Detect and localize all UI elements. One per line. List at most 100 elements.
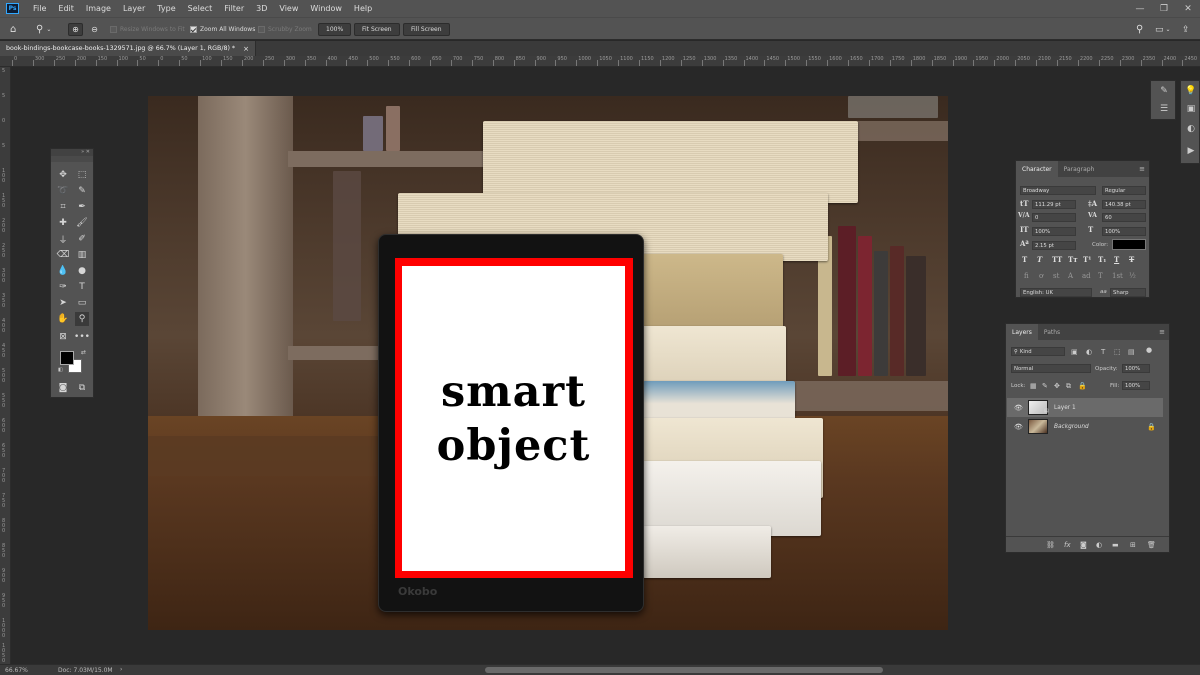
eraser-tool-icon[interactable]: ⌫ [56,248,70,262]
healing-brush-tool-icon[interactable]: ✚ [56,216,70,230]
fill-screen-button[interactable]: Fill Screen [403,23,450,36]
shape-filter-icon[interactable]: ⬚ [1114,348,1121,356]
quick-mask-icon[interactable]: ◙ [56,381,70,395]
menu-3d[interactable]: 3D [250,4,273,13]
smart-object-content[interactable]: smart object [402,266,625,571]
zoom-level[interactable]: 66.67% [5,667,28,674]
zoom-all-windows-checkbox[interactable] [190,26,197,33]
tab-paragraph[interactable]: Paragraph [1058,161,1101,177]
learn-icon[interactable]: 💡 [1182,83,1200,99]
kerning-input[interactable]: 0 [1032,213,1076,222]
zoom-all-windows-option[interactable]: Zoom All Windows [190,23,255,36]
type-filter-icon[interactable]: T [1101,348,1105,356]
properties-icon[interactable]: ☰ [1155,101,1173,117]
lock-artboard-icon[interactable]: ⧉ [1066,382,1071,391]
subscript-icon[interactable]: T₁ [1098,255,1106,264]
libraries-icon[interactable]: ▣ [1182,101,1200,117]
tab-character[interactable]: Character [1016,161,1058,177]
discretionary-ligatures-icon[interactable]: st [1053,272,1059,280]
tab-layers[interactable]: Layers [1006,324,1038,340]
baseline-shift-input[interactable]: 2.15 pt [1032,241,1076,250]
zoom-tool-preset-icon[interactable]: ⚲ ⌄ [36,23,51,36]
close-tab-icon[interactable]: × [243,45,249,53]
lock-all-icon[interactable]: 🔒 [1078,382,1087,390]
superscript-icon[interactable]: T¹ [1083,255,1091,264]
adjustment-filter-icon[interactable]: ◐ [1086,348,1092,356]
filter-toggle-icon[interactable]: ● [1146,346,1152,354]
pixel-filter-icon[interactable]: ▣ [1071,348,1078,356]
menu-filter[interactable]: Filter [218,4,250,13]
strikethrough-icon[interactable]: T [1129,255,1134,264]
share-icon[interactable]: ⇪ [1182,23,1190,36]
font-style-select[interactable]: Regular [1102,186,1146,195]
search-icon[interactable]: ⚲ [1136,23,1143,36]
vertical-scale-input[interactable]: 100% [1032,227,1076,236]
home-icon[interactable]: ⌂ [10,23,16,36]
menu-file[interactable]: File [27,4,52,13]
blur-tool-icon[interactable]: 💧 [56,264,70,278]
layer-row[interactable]: 👁 Background 🔒 [1007,417,1163,436]
underline-icon[interactable]: T [1114,255,1119,264]
default-colors-icon[interactable]: ◧ [58,367,63,373]
resize-windows-checkbox[interactable] [110,26,117,33]
brush-settings-icon[interactable]: ✎ [1155,83,1173,99]
smart-object-filter-icon[interactable]: ▤ [1128,348,1135,356]
leading-input[interactable]: 140.38 pt [1102,200,1146,209]
menu-layer[interactable]: Layer [117,4,151,13]
lasso-tool-icon[interactable]: ➰ [56,184,70,198]
blend-mode-select[interactable]: Normal [1011,364,1091,373]
document-tab[interactable]: book-bindings-bookcase-books-1329571.jpg… [0,41,256,56]
minimize-icon[interactable]: — [1128,0,1152,17]
horizontal-scale-input[interactable]: 100% [1102,227,1146,236]
lock-pixels-icon[interactable]: ✎ [1042,382,1048,390]
menu-type[interactable]: Type [151,4,181,13]
font-size-input[interactable]: 111.29 pt [1032,200,1076,209]
path-selection-tool-icon[interactable]: ➤ [56,296,70,310]
zoom-out-icon[interactable]: ⊖ [87,23,102,36]
visibility-eye-icon[interactable]: 👁 [1014,404,1023,412]
adjustments-icon[interactable]: ◐ [1182,121,1200,137]
layer-filter-kind-select[interactable]: ⚲ Kind [1011,347,1065,356]
zoom-tool-icon[interactable]: ⚲ [75,312,89,326]
gradient-tool-icon[interactable]: ▥ [75,248,89,262]
fit-screen-button[interactable]: Fit Screen [354,23,400,36]
ordinals-icon[interactable]: 1st [1112,272,1123,280]
artboard-icon[interactable]: ⊠ [56,330,70,344]
small-caps-icon[interactable]: Tт [1068,255,1078,264]
faux-italic-icon[interactable]: T [1037,255,1042,264]
more-tools-icon[interactable]: ••• [74,330,90,344]
eyedropper-tool-icon[interactable]: ✒ [75,200,89,214]
close-icon[interactable]: ✕ [1176,0,1200,17]
tab-paths[interactable]: Paths [1038,324,1066,340]
ligatures-icon[interactable]: fi [1024,272,1029,280]
antialias-select[interactable]: Sharp [1110,288,1146,297]
history-brush-tool-icon[interactable]: ✐ [75,232,89,246]
move-tool-icon[interactable]: ✥ [56,168,70,182]
zoom-in-icon[interactable]: ⊕ [68,23,83,36]
resize-windows-option[interactable]: Resize Windows to Fit [110,23,185,36]
opacity-input[interactable]: 100% [1122,364,1150,373]
menu-select[interactable]: Select [182,4,219,13]
font-family-select[interactable]: Broadway [1020,186,1096,195]
screen-mode-icon[interactable]: ⧉ [75,381,89,395]
pen-tool-icon[interactable]: ✑ [56,280,70,294]
titling-alternates-icon[interactable]: T [1098,272,1103,280]
swap-colors-icon[interactable]: ⇄ [81,349,86,356]
menu-edit[interactable]: Edit [52,4,80,13]
swash-icon[interactable]: A [1068,272,1073,280]
add-mask-icon[interactable]: ◙ [1080,541,1087,549]
delete-layer-icon[interactable]: 🗑 [1147,541,1156,549]
tracking-input[interactable]: 60 [1102,213,1146,222]
layer-row[interactable]: 👁 ▤ Layer 1 [1007,398,1163,417]
menu-help[interactable]: Help [348,4,378,13]
menu-view[interactable]: View [273,4,304,13]
fill-input[interactable]: 100% [1122,381,1150,390]
panel-menu-icon[interactable]: ≡ [1159,328,1165,336]
scrubby-zoom-option[interactable]: Scrubby Zoom [258,23,312,36]
all-caps-icon[interactable]: TT [1052,255,1062,264]
language-select[interactable]: English: UK [1020,288,1092,297]
maximize-icon[interactable]: ❐ [1152,0,1176,17]
type-tool-icon[interactable]: T [75,280,89,294]
document-size-info[interactable]: Doc: 7.03M/15.0M [58,667,113,674]
tools-panel-collapse-icon[interactable]: » ✕ [51,149,93,156]
